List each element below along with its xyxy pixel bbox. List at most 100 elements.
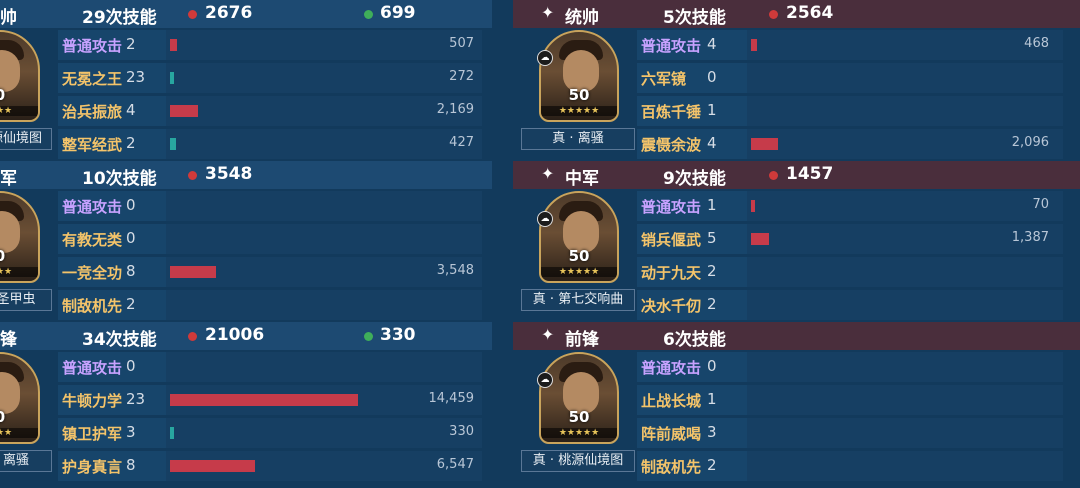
general-level: 50 xyxy=(568,408,590,426)
general-stars: ★★★★★ xyxy=(541,267,617,277)
skill-trigger-count: 5 xyxy=(707,229,717,247)
general-level: 0 xyxy=(0,408,38,426)
skill-count: 6次技能 xyxy=(663,330,726,350)
skill-trigger-count: 0 xyxy=(126,357,136,375)
skill-bar-track: 330 xyxy=(166,418,482,448)
skill-trigger-count: 8 xyxy=(126,262,136,280)
skill-trigger-count: 0 xyxy=(707,357,717,375)
heal-total: 699 xyxy=(380,3,416,23)
skill-bar-track: 468 xyxy=(747,30,1063,60)
general-stars: ★★★★★ xyxy=(541,106,617,116)
skill-trigger-count: 1 xyxy=(707,390,717,408)
general-portrait[interactable]: 0 ★★★ xyxy=(0,30,40,122)
skill-name: 整军经武 xyxy=(62,136,123,154)
skill-count: 9次技能 xyxy=(663,169,726,189)
position-star-icon: ✦ xyxy=(541,3,555,22)
damage-total: 1457 xyxy=(786,164,834,184)
skill-row: 有教无类 0 xyxy=(58,224,482,254)
general-portrait[interactable]: 0 ★★★ xyxy=(0,352,40,444)
skill-bar-track xyxy=(747,451,1063,481)
skill-row: 制敌机先 2 xyxy=(637,451,1063,481)
skill-trigger-count: 1 xyxy=(707,196,717,214)
skill-row: 六军镜 0 xyxy=(637,63,1063,93)
skill-row: 普通攻击 4 468 xyxy=(637,30,1063,60)
skill-name: 治兵振旅 xyxy=(62,103,123,121)
skill-name: 制敌机先 xyxy=(641,458,702,476)
skill-name: 止战长城 xyxy=(641,392,702,410)
skill-trigger-count: 2 xyxy=(126,295,136,313)
general-portrait[interactable]: 0 ★★★ xyxy=(0,191,40,283)
heal-total: 330 xyxy=(380,325,416,345)
skill-damage-bar xyxy=(751,233,769,245)
position-label: 统帅 xyxy=(565,8,599,28)
skill-name: 普通攻击 xyxy=(62,359,123,377)
general-panel-right-0: ✦ 统帅 5次技能 2564 50 ★★★★★ ☁ 真 · 离骚 普通攻击 4 468 六军镜 0 百炼千… xyxy=(513,0,1080,160)
skill-name: 一竞全功 xyxy=(62,264,123,282)
general-level: 50 xyxy=(568,86,590,104)
skill-bar-track xyxy=(166,290,482,320)
skill-bar-track: 2,096 xyxy=(747,129,1063,159)
skill-bar-track: 6,547 xyxy=(166,451,482,481)
skill-trigger-count: 23 xyxy=(126,390,146,408)
skill-bar-track xyxy=(166,352,482,382)
skill-damage-bar xyxy=(170,105,198,117)
skill-trigger-count: 23 xyxy=(126,68,146,86)
skill-name: 有教无类 xyxy=(62,231,123,249)
skill-bar-track xyxy=(747,257,1063,287)
skill-damage-value: 427 xyxy=(449,135,474,150)
skill-row: 无冕之王 23 272 xyxy=(58,63,482,93)
skill-name: 普通攻击 xyxy=(641,198,702,216)
panel-header: 军 10次技能 3548 xyxy=(0,161,492,189)
general-portrait[interactable]: 50 ★★★★★ xyxy=(539,191,619,283)
skill-damage-value: 6,547 xyxy=(436,457,474,472)
general-panel-left-1: 军10次技能35480★★★圣甲虫普通攻击0有教无类0一竞全功83,548制敌机… xyxy=(0,161,492,321)
skill-name: 动于九天 xyxy=(641,264,702,282)
skill-trigger-count: 4 xyxy=(707,35,717,53)
cloud-badge-icon: ☁ xyxy=(537,50,553,66)
general-portrait[interactable]: 50 ★★★★★ xyxy=(539,352,619,444)
skill-name: 普通攻击 xyxy=(62,37,123,55)
skill-bar-track xyxy=(747,96,1063,126)
skill-row: 普通攻击 1 70 xyxy=(637,191,1063,221)
position-label: 锋 xyxy=(0,330,17,350)
skill-name: 牛顿力学 xyxy=(62,392,123,410)
skill-trigger-count: 4 xyxy=(126,101,136,119)
skill-name: 百炼千锤 xyxy=(641,103,702,121)
skill-bar-track: 1,387 xyxy=(747,224,1063,254)
skill-bar-track xyxy=(166,224,482,254)
general-level: 0 xyxy=(0,247,38,265)
skill-bar-track xyxy=(747,385,1063,415)
skill-damage-bar xyxy=(170,427,174,439)
skill-trigger-count: 2 xyxy=(126,35,136,53)
skill-damage-value: 3,548 xyxy=(436,263,474,278)
skill-row: 止战长城 1 xyxy=(637,385,1063,415)
skill-trigger-count: 1 xyxy=(707,101,717,119)
skill-name: 决水千仞 xyxy=(641,297,702,315)
general-level: 50 xyxy=(568,247,590,265)
position-label: 军 xyxy=(0,169,17,189)
skill-row: 镇卫护军 3 330 xyxy=(58,418,482,448)
damage-total: 2676 xyxy=(205,3,253,23)
skill-row: 制敌机先 2 xyxy=(58,290,482,320)
skill-damage-bar xyxy=(170,266,216,278)
skill-bar-track xyxy=(166,191,482,221)
skill-bar-track: 272 xyxy=(166,63,482,93)
general-stars: ★★★ xyxy=(0,428,38,438)
cloud-badge-icon: ☁ xyxy=(537,211,553,227)
general-portrait[interactable]: 50 ★★★★★ xyxy=(539,30,619,122)
skill-name: 普通攻击 xyxy=(641,359,702,377)
skill-damage-bar xyxy=(751,138,778,150)
skill-bar-track: 2,169 xyxy=(166,96,482,126)
position-label: 帅 xyxy=(0,8,17,28)
treasure-name: 源仙境图 xyxy=(0,128,52,150)
skill-row: 治兵振旅 4 2,169 xyxy=(58,96,482,126)
position-star-icon: ✦ xyxy=(541,325,555,344)
skill-name: 护身真言 xyxy=(62,458,123,476)
skill-bar-track xyxy=(747,63,1063,93)
skill-name: 六军镜 xyxy=(641,70,687,88)
skill-row: 销兵偃武 5 1,387 xyxy=(637,224,1063,254)
panel-header: 锋 34次技能 21006 330 xyxy=(0,322,492,350)
skill-row: 普通攻击 0 xyxy=(58,352,482,382)
skill-row: 普通攻击 2 507 xyxy=(58,30,482,60)
skill-damage-value: 1,387 xyxy=(1011,230,1049,245)
